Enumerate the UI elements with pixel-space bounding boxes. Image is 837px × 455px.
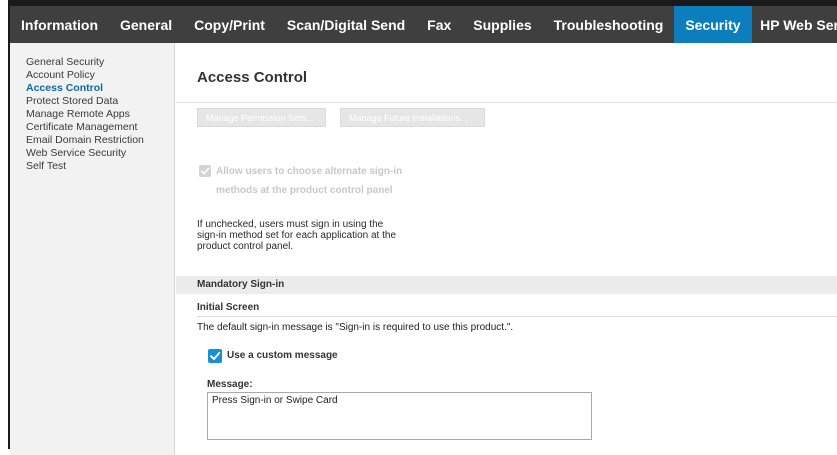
message-textarea[interactable]: Press Sign-in or Swipe Card	[207, 392, 592, 440]
tab-general[interactable]: General	[109, 6, 183, 43]
alternate-signin-checkbox[interactable]	[199, 165, 211, 177]
tab-fax[interactable]: Fax	[416, 6, 462, 43]
top-nav: Information General Copy/Print Scan/Digi…	[10, 6, 837, 43]
main-content: Access Control Manage Permission Sets...…	[176, 43, 837, 449]
message-label: Message:	[207, 379, 253, 390]
mandatory-signin-section-header: Mandatory Sign-in	[176, 276, 837, 294]
checkmark-icon	[200, 167, 210, 175]
tab-troubleshooting[interactable]: Troubleshooting	[543, 6, 675, 43]
page-title: Access Control	[197, 69, 308, 86]
default-message-text: The default sign-in message is "Sign-in …	[197, 322, 514, 333]
sidebar-item-access-control[interactable]: Access Control	[10, 82, 174, 95]
alternate-signin-help: If unchecked, users must sign in using t…	[197, 219, 397, 252]
tab-scan-digital-send[interactable]: Scan/Digital Send	[276, 6, 416, 43]
tab-supplies[interactable]: Supplies	[462, 6, 542, 43]
divider	[197, 316, 837, 317]
app-frame: Information General Copy/Print Scan/Digi…	[8, 0, 837, 455]
sidebar-item-general-security[interactable]: General Security	[10, 56, 174, 69]
use-custom-message-checkbox[interactable]	[208, 349, 222, 363]
sidebar-item-manage-remote-apps[interactable]: Manage Remote Apps	[10, 108, 174, 121]
manage-future-installations-button[interactable]: Manage Future Installations...	[340, 108, 485, 127]
tab-security[interactable]: Security	[674, 6, 752, 43]
sidebar-item-protect-stored-data[interactable]: Protect Stored Data	[10, 95, 174, 108]
initial-screen-heading: Initial Screen	[197, 302, 260, 313]
tab-hp-web-services[interactable]: HP Web Services	[752, 6, 837, 43]
sidebar-item-self-test[interactable]: Self Test	[10, 160, 174, 173]
sidebar-item-account-policy[interactable]: Account Policy	[10, 69, 174, 82]
divider	[176, 102, 837, 103]
sidebar: General Security Account Policy Access C…	[10, 43, 175, 455]
use-custom-message-label: Use a custom message	[227, 350, 338, 361]
tab-information[interactable]: Information	[10, 6, 109, 43]
tab-copy-print[interactable]: Copy/Print	[183, 6, 276, 43]
manage-permission-sets-button[interactable]: Manage Permission Sets...	[197, 108, 326, 127]
sidebar-item-email-domain-restriction[interactable]: Email Domain Restriction	[10, 134, 174, 147]
sidebar-item-certificate-management[interactable]: Certificate Management	[10, 121, 174, 134]
alternate-signin-label: Allow users to choose alternate sign-in …	[216, 166, 403, 196]
checkmark-icon	[210, 352, 221, 360]
sidebar-item-web-service-security[interactable]: Web Service Security	[10, 147, 174, 160]
